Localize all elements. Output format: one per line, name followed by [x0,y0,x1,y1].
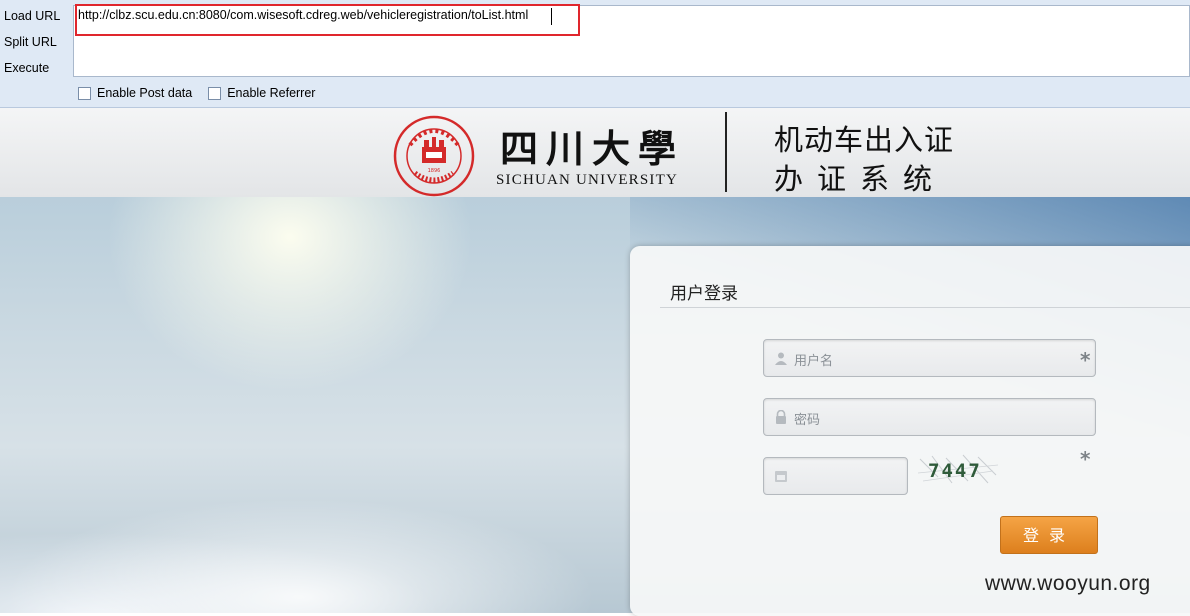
password-placeholder: 密码 [794,413,821,428]
checkbox-box[interactable] [208,86,222,100]
username-placeholder: 用户名 [794,354,834,369]
username-input[interactable]: 用户名 [763,339,1096,377]
enable-referrer-label: Enable Referrer [227,86,316,100]
enable-referrer-checkbox[interactable]: Enable Referrer [208,86,315,100]
enable-post-data-checkbox[interactable]: Enable Post data [78,86,192,100]
split-url-button[interactable]: Split URL [0,30,70,56]
captcha-image[interactable]: 7447 [918,453,998,487]
load-url-button[interactable]: Load URL [0,4,70,30]
text-caret [551,8,552,25]
user-icon [775,352,787,365]
system-title-line2: 办证系统 [774,162,947,196]
site-header: 1896 四川大學 SICHUAN UNIVERSITY 机动车出入证 办证系统 [0,108,1190,197]
calendar-icon [775,471,787,482]
captcha-input[interactable] [763,457,908,495]
login-button[interactable]: 登录 [1000,516,1098,554]
university-seal-icon: 1896 [393,115,475,197]
university-name-en: SICHUAN UNIVERSITY [496,172,679,188]
system-title-line1: 机动车出入证 [774,123,955,157]
password-input[interactable]: 密码 [763,398,1096,436]
university-name-cn: 四川大學 [500,126,685,171]
hackbar-menu: Load URL Split URL Execute [0,4,70,82]
hackbar-toolbar: Load URL Split URL Execute http://clbz.s… [0,0,1190,108]
wooyun-watermark: www.wooyun.org [985,572,1151,595]
captcha-text: 7447 [928,460,982,482]
seal-year: 1896 [428,168,441,174]
login-divider [660,307,1190,308]
enable-post-data-label: Enable Post data [97,86,193,100]
login-title: 用户登录 [670,284,738,304]
execute-button[interactable]: Execute [0,56,70,82]
url-highlight-box [75,4,580,36]
hackbar-options: Enable Post data Enable Referrer [78,86,315,100]
captcha-required-mark: * [1080,447,1091,471]
login-panel: 用户登录 用户名 * 密码 7447 * 登录 [630,246,1190,616]
lock-icon [776,410,786,424]
username-required-mark: * [1080,348,1091,372]
checkbox-box[interactable] [78,86,91,100]
header-divider [725,112,727,192]
